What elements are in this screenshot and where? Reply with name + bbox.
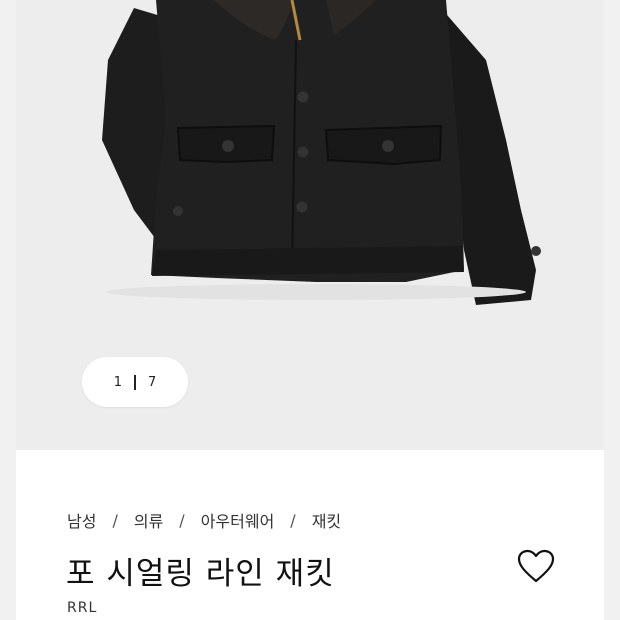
product-image-gallery[interactable]: 1 7 [16, 0, 604, 450]
breadcrumb-separator: / [290, 510, 296, 530]
breadcrumb-item-outerwear[interactable]: 아우터웨어 [201, 508, 275, 532]
heart-outline-icon [517, 549, 555, 583]
breadcrumb-separator: / [179, 510, 185, 530]
breadcrumb-separator: / [112, 510, 118, 530]
breadcrumb-item-clothing[interactable]: 의류 [134, 508, 163, 532]
breadcrumb: 남성 / 의류 / 아우터웨어 / 재킷 [67, 508, 341, 532]
pager-current: 1 [113, 374, 122, 390]
breadcrumb-item-jackets[interactable]: 재킷 [312, 508, 341, 532]
product-brand[interactable]: RRL [67, 600, 97, 616]
pager-divider [134, 374, 136, 390]
image-pager[interactable]: 1 7 [82, 357, 188, 407]
wishlist-button[interactable] [516, 548, 556, 584]
product-detail-screen: 1 7 남성 / 의류 / 아우터웨어 / 재킷 포 시얼링 라인 재킷 RRL [0, 0, 620, 620]
product-title: 포 시얼링 라인 재킷 [66, 556, 335, 592]
product-info-panel: 남성 / 의류 / 아우터웨어 / 재킷 포 시얼링 라인 재킷 RRL [16, 450, 604, 620]
breadcrumb-item-men[interactable]: 남성 [67, 508, 96, 532]
pager-total: 7 [148, 374, 157, 390]
